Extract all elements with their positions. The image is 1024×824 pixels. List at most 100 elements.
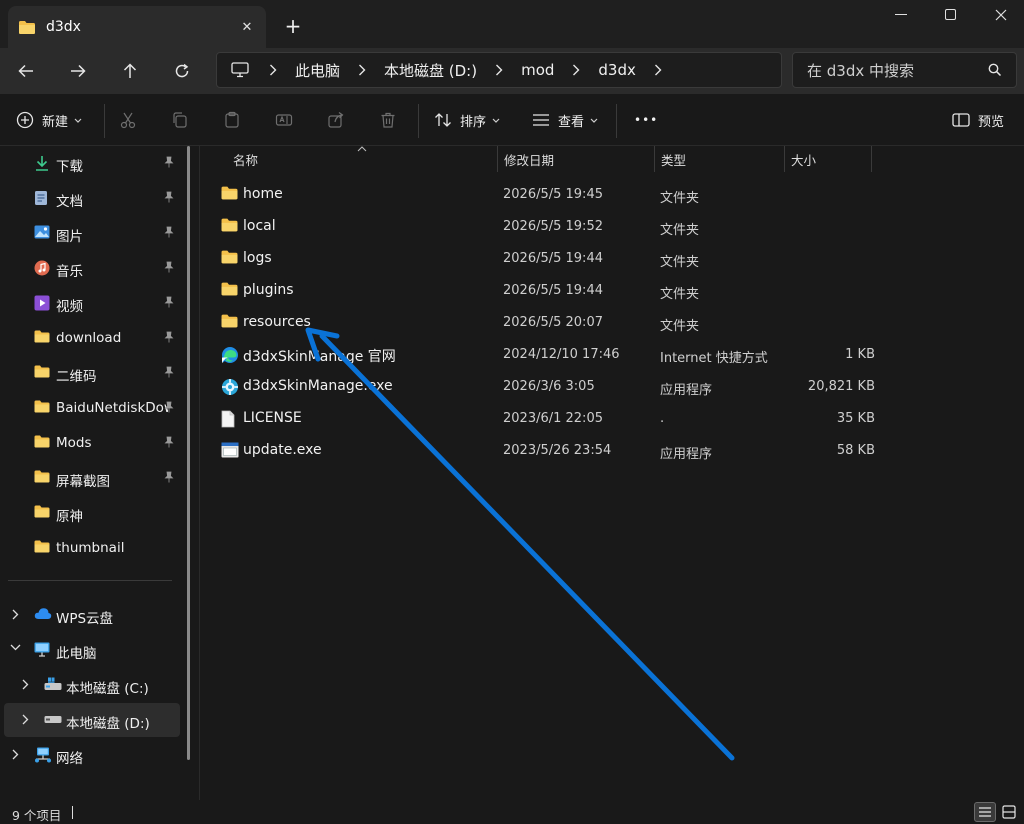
column-header-name[interactable]: 名称	[233, 146, 258, 172]
sort-button[interactable]: 排序	[434, 104, 500, 136]
back-button[interactable]	[8, 54, 44, 88]
column-header-type[interactable]: 类型	[661, 146, 686, 172]
chevron-right-icon[interactable]	[22, 679, 29, 690]
address-bar[interactable]: 此电脑 本地磁盘 (D:) mod d3dx	[216, 52, 782, 88]
sidebar-item-this-pc[interactable]: 此电脑	[0, 633, 186, 667]
share-button[interactable]	[324, 108, 348, 132]
pin-icon[interactable]	[164, 191, 174, 203]
sidebar-item-mods-folder[interactable]: Mods	[0, 426, 186, 460]
pin-icon[interactable]	[164, 296, 174, 308]
sidebar-item-label: 下载	[56, 159, 83, 175]
pin-icon[interactable]	[164, 156, 174, 168]
folder-icon	[221, 218, 238, 232]
chevron-right-icon[interactable]	[485, 64, 513, 76]
close-window-button[interactable]	[978, 0, 1024, 30]
sidebar-scrollbar[interactable]	[187, 146, 190, 760]
breadcrumb-mod[interactable]: mod	[513, 61, 562, 79]
chevron-right-icon[interactable]	[259, 64, 287, 76]
breadcrumb-drive-d[interactable]: 本地磁盘 (D:)	[376, 60, 485, 81]
file-row-license[interactable]: LICENSE 2023/6/1 22:05 . 35 KB	[213, 402, 913, 434]
navigation-pane: 下载 文档 图片 音乐 视频 download 二维码 BaiduNetdisk…	[0, 146, 200, 800]
close-tab-button[interactable]: ✕	[232, 12, 262, 42]
refresh-button[interactable]	[164, 54, 200, 88]
details-view-button[interactable]	[974, 802, 996, 822]
column-divider[interactable]	[871, 146, 872, 172]
drive-icon	[44, 712, 62, 724]
file-row-resources[interactable]: resources 2026/5/5 20:07 文件夹	[213, 306, 913, 338]
tiles-view-button[interactable]	[998, 802, 1020, 822]
search-icon[interactable]	[988, 63, 1002, 77]
column-header-size[interactable]: 大小	[791, 146, 816, 172]
more-options-button[interactable]: •••	[634, 104, 658, 136]
file-type: 文件夹	[660, 319, 700, 334]
file-row-home[interactable]: home 2026/5/5 19:45 文件夹	[213, 178, 913, 210]
chevron-right-icon[interactable]	[12, 749, 19, 760]
file-row-website-shortcut[interactable]: d3dxSkinManage 官网 2024/12/10 17:46 Inter…	[213, 338, 913, 370]
sidebar-item-drive-c[interactable]: 本地磁盘 (C:)	[0, 668, 186, 702]
sidebar-item-thumbnail-folder[interactable]: thumbnail	[0, 531, 186, 565]
new-button[interactable]: 新建	[16, 104, 82, 136]
sidebar-item-label: 视频	[56, 299, 83, 315]
details-view-icon	[979, 807, 991, 817]
sidebar-item-music[interactable]: 音乐	[0, 251, 186, 285]
cut-button[interactable]	[116, 108, 140, 132]
chevron-right-icon[interactable]	[644, 64, 672, 76]
sidebar-item-pictures[interactable]: 图片	[0, 216, 186, 250]
column-divider[interactable]	[654, 146, 655, 172]
chevron-right-icon[interactable]	[562, 64, 590, 76]
file-row-plugins[interactable]: plugins 2026/5/5 19:44 文件夹	[213, 274, 913, 306]
maximize-button[interactable]	[928, 0, 974, 30]
file-size: 20,821 KB	[807, 379, 875, 394]
sidebar-item-videos[interactable]: 视频	[0, 286, 186, 320]
status-divider	[72, 806, 73, 819]
breadcrumb-d3dx[interactable]: d3dx	[590, 61, 643, 79]
column-divider[interactable]	[784, 146, 785, 172]
sidebar-item-download-folder[interactable]: download	[0, 321, 186, 355]
chevron-down-icon[interactable]	[10, 644, 21, 651]
chevron-right-icon[interactable]	[348, 64, 376, 76]
sidebar-item-documents[interactable]: 文档	[0, 181, 186, 215]
breadcrumb-this-pc[interactable]: 此电脑	[287, 60, 348, 81]
new-tab-button[interactable]: +	[278, 12, 308, 40]
pin-icon[interactable]	[164, 261, 174, 273]
sidebar-item-wps-cloud[interactable]: WPS云盘	[0, 598, 186, 632]
sidebar-item-network[interactable]: 网络	[0, 738, 186, 772]
sidebar-item-drive-d[interactable]: 本地磁盘 (D:)	[4, 703, 180, 737]
view-button[interactable]: 查看	[532, 104, 598, 136]
pin-icon[interactable]	[164, 471, 174, 483]
search-input[interactable]: 在 d3dx 中搜索	[792, 52, 1017, 88]
pin-icon[interactable]	[164, 401, 174, 413]
tab-d3dx[interactable]: d3dx ✕	[8, 6, 266, 48]
sidebar-item-qrcode-folder[interactable]: 二维码	[0, 356, 186, 390]
sidebar-item-label: 此电脑	[56, 646, 97, 662]
pin-icon[interactable]	[164, 226, 174, 238]
file-row-local[interactable]: local 2026/5/5 19:52 文件夹	[213, 210, 913, 242]
forward-button[interactable]	[60, 54, 96, 88]
pin-icon[interactable]	[164, 366, 174, 378]
up-button[interactable]	[112, 54, 148, 88]
file-list: 名称 修改日期 类型 大小 home 2026/5/5 19:45 文件夹 lo…	[201, 146, 1024, 800]
file-row-logs[interactable]: logs 2026/5/5 19:44 文件夹	[213, 242, 913, 274]
sidebar-item-downloads[interactable]: 下载	[0, 146, 186, 180]
sidebar-item-label: 本地磁盘 (C:)	[66, 681, 149, 697]
column-header-modified[interactable]: 修改日期	[504, 146, 554, 172]
copy-button[interactable]	[168, 108, 192, 132]
minimize-button[interactable]	[878, 0, 924, 30]
pin-icon[interactable]	[164, 436, 174, 448]
pin-icon[interactable]	[164, 331, 174, 343]
file-row-d3dxskinmanage-exe[interactable]: d3dxSkinManage.exe 2026/3/6 3:05 应用程序 20…	[213, 370, 913, 402]
column-divider[interactable]	[497, 146, 498, 172]
chevron-right-icon[interactable]	[12, 609, 19, 620]
sidebar-item-baidunetdisk-folder[interactable]: BaiduNetdiskDow	[0, 391, 186, 425]
folder-icon	[18, 20, 36, 35]
chevron-right-icon[interactable]	[22, 714, 29, 725]
sidebar-item-screenshots-folder[interactable]: 屏幕截图	[0, 461, 186, 495]
file-type: 文件夹	[660, 255, 700, 270]
paste-button[interactable]	[220, 108, 244, 132]
sidebar-item-genshin-folder[interactable]: 原神	[0, 496, 186, 530]
rename-button[interactable]	[272, 108, 296, 132]
preview-pane-button[interactable]: 预览	[952, 104, 1004, 136]
delete-button[interactable]	[376, 108, 400, 132]
file-row-update-exe[interactable]: update.exe 2023/5/26 23:54 应用程序 58 KB	[213, 434, 913, 466]
file-type: 应用程序	[660, 447, 713, 462]
